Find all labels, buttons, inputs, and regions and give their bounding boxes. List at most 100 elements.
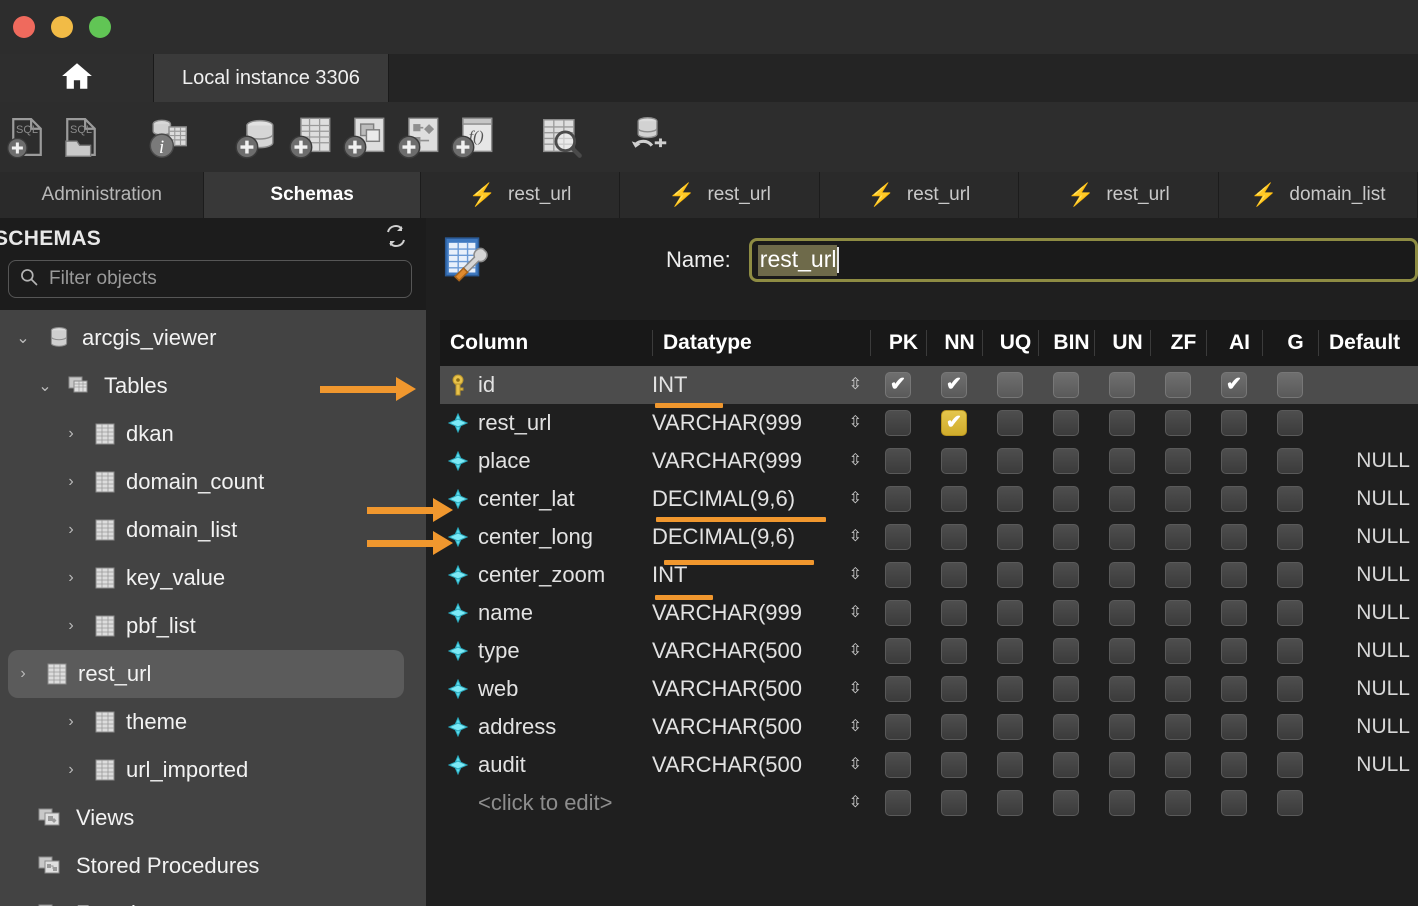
ai-checkbox[interactable] — [1221, 410, 1247, 436]
default-cell[interactable]: NULL — [1318, 677, 1418, 701]
un-checkbox[interactable] — [1109, 638, 1135, 664]
ai-checkbox[interactable] — [1221, 676, 1247, 702]
default-cell[interactable]: NULL — [1318, 753, 1418, 777]
bin-checkbox[interactable] — [1053, 562, 1079, 588]
column-name-cell[interactable]: type — [478, 638, 520, 664]
zf-checkbox[interactable] — [1165, 714, 1191, 740]
bin-checkbox[interactable] — [1053, 410, 1079, 436]
bin-checkbox[interactable] — [1053, 486, 1079, 512]
un-checkbox[interactable] — [1109, 600, 1135, 626]
refresh-icon[interactable] — [384, 224, 408, 254]
pk-checkbox[interactable] — [885, 600, 911, 626]
checkbox-bin[interactable] — [1038, 372, 1094, 398]
checkbox-pk[interactable] — [870, 714, 926, 740]
uq-checkbox[interactable] — [997, 676, 1023, 702]
column-name-cell[interactable]: web — [478, 676, 518, 702]
ai-checkbox[interactable] — [1221, 524, 1247, 550]
datatype-stepper-icon[interactable]: ⇳ — [849, 491, 862, 507]
checkbox-un[interactable] — [1094, 714, 1150, 740]
checkbox-un[interactable] — [1094, 562, 1150, 588]
datatype-stepper-icon[interactable]: ⇳ — [849, 415, 862, 431]
header-uq[interactable]: UQ — [982, 330, 1038, 356]
tree-item-tables[interactable]: ⌄ Tables — [0, 362, 426, 410]
editor-tab-rest-url-3[interactable]: ⚡ rest_url — [819, 172, 1020, 218]
checkbox-pk[interactable] — [870, 752, 926, 778]
chevron-right-icon[interactable]: › — [10, 665, 36, 683]
datatype-cell[interactable]: INT ⇳ — [652, 562, 870, 588]
pk-checkbox[interactable] — [885, 410, 911, 436]
default-cell[interactable]: NULL — [1318, 563, 1418, 587]
tree-item-domain-count[interactable]: › domain_count — [0, 458, 426, 506]
checkbox-ai[interactable] — [1206, 790, 1262, 816]
new-table-icon[interactable] — [284, 111, 338, 163]
datatype-stepper-icon[interactable]: ⇳ — [849, 377, 862, 393]
datatype-stepper-icon[interactable]: ⇳ — [849, 795, 862, 811]
column-name-cell[interactable]: id — [478, 372, 495, 398]
pk-checkbox[interactable] — [885, 486, 911, 512]
pk-checkbox[interactable] — [885, 638, 911, 664]
table-row[interactable]: name VARCHAR(999 ⇳ NULL — [440, 594, 1418, 632]
default-cell[interactable]: NULL — [1318, 715, 1418, 739]
checkbox-un[interactable] — [1094, 372, 1150, 398]
table-name-input[interactable]: rest_url — [748, 238, 1418, 282]
table-row[interactable]: <click to edit> ⇳ — [440, 784, 1418, 822]
nn-checkbox[interactable] — [941, 448, 967, 474]
datatype-cell[interactable]: DECIMAL(9,6) ⇳ — [652, 486, 870, 512]
nn-checkbox[interactable] — [941, 790, 967, 816]
header-un[interactable]: UN — [1094, 330, 1150, 356]
checkbox-uq[interactable] — [982, 638, 1038, 664]
un-checkbox[interactable] — [1109, 486, 1135, 512]
checkbox-ai[interactable] — [1206, 752, 1262, 778]
checkbox-pk[interactable] — [870, 600, 926, 626]
zf-checkbox[interactable] — [1165, 676, 1191, 702]
pk-checkbox[interactable] — [885, 676, 911, 702]
uq-checkbox[interactable] — [997, 752, 1023, 778]
close-window-button[interactable] — [13, 16, 35, 38]
g-checkbox[interactable] — [1277, 790, 1303, 816]
pk-checkbox[interactable] — [885, 448, 911, 474]
header-zf[interactable]: ZF — [1150, 330, 1206, 356]
checkbox-ai[interactable] — [1206, 714, 1262, 740]
editor-tab-rest-url-1[interactable]: ⚡ rest_url — [420, 172, 621, 218]
tree-item-key-value[interactable]: › key_value — [0, 554, 426, 602]
checkbox-un[interactable] — [1094, 638, 1150, 664]
nn-checkbox[interactable] — [941, 524, 967, 550]
checkbox-bin[interactable] — [1038, 676, 1094, 702]
datatype-cell[interactable]: VARCHAR(999 ⇳ — [652, 410, 870, 436]
uq-checkbox[interactable] — [997, 372, 1023, 398]
checkbox-nn[interactable] — [926, 790, 982, 816]
bin-checkbox[interactable] — [1053, 714, 1079, 740]
checkbox-nn[interactable] — [926, 448, 982, 474]
datatype-stepper-icon[interactable]: ⇳ — [849, 453, 862, 469]
un-checkbox[interactable] — [1109, 448, 1135, 474]
chevron-right-icon[interactable]: › — [58, 473, 84, 491]
tab-administration[interactable]: Administration — [0, 172, 205, 218]
table-row[interactable]: address VARCHAR(500 ⇳ NULL — [440, 708, 1418, 746]
ai-checkbox[interactable] — [1221, 600, 1247, 626]
zf-checkbox[interactable] — [1165, 600, 1191, 626]
checkbox-ai[interactable] — [1206, 676, 1262, 702]
nn-checkbox[interactable] — [941, 600, 967, 626]
column-name-cell[interactable]: center_lat — [478, 486, 575, 512]
column-name-cell[interactable]: name — [478, 600, 533, 626]
nn-checkbox[interactable] — [941, 638, 967, 664]
uq-checkbox[interactable] — [997, 714, 1023, 740]
checkbox-pk[interactable] — [870, 486, 926, 512]
header-datatype[interactable]: Datatype — [652, 330, 870, 356]
g-checkbox[interactable] — [1277, 486, 1303, 512]
nn-checkbox[interactable] — [941, 714, 967, 740]
checkbox-ai[interactable] — [1206, 562, 1262, 588]
uq-checkbox[interactable] — [997, 524, 1023, 550]
checkbox-zf[interactable] — [1150, 410, 1206, 436]
checkbox-un[interactable] — [1094, 486, 1150, 512]
g-checkbox[interactable] — [1277, 562, 1303, 588]
bin-checkbox[interactable] — [1053, 600, 1079, 626]
zf-checkbox[interactable] — [1165, 372, 1191, 398]
checkbox-nn[interactable] — [926, 486, 982, 512]
filter-objects-input[interactable]: Filter objects — [8, 260, 412, 298]
chevron-down-icon[interactable]: ⌄ — [10, 328, 36, 348]
checkbox-nn[interactable] — [926, 638, 982, 664]
tree-item-dkan[interactable]: › dkan — [0, 410, 426, 458]
checkbox-nn[interactable] — [926, 676, 982, 702]
tree-item-views[interactable]: Views — [0, 794, 426, 842]
